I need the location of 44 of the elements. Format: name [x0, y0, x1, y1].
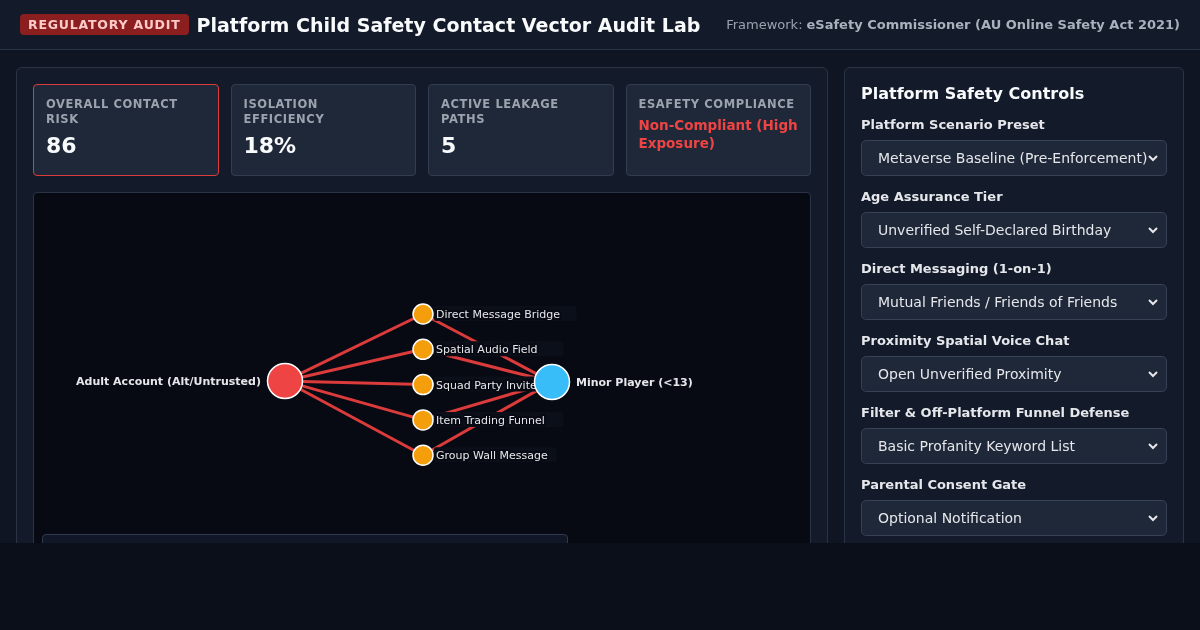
audit-badge: REGULATORY AUDIT [20, 14, 189, 35]
adult-node [266, 362, 304, 400]
vector-label: Direct Message Bridge [434, 306, 577, 321]
metric-label: ISOLATION EFFICIENCY [243, 97, 326, 127]
vector-node [412, 409, 434, 431]
vector-label: Item Trading Funnel [434, 411, 564, 427]
dropdown[interactable]: Open Unverified Proximity [861, 356, 1167, 392]
chevron-icon [1148, 370, 1158, 378]
dropdown[interactable]: Basic Profanity Keyword List [861, 428, 1167, 464]
field-label: Direct Messaging (1-on-1) [861, 261, 1053, 276]
minor-node [533, 363, 571, 401]
metric-value: 86 [46, 133, 78, 158]
vector-label: Spatial Audio Field [434, 341, 564, 357]
dropdown[interactable]: Optional Notification [861, 500, 1167, 536]
chevron-icon [1148, 154, 1158, 162]
metric-value: 18% [243, 133, 298, 158]
framework-name: eSafety Commissioner (AU Online Safety Act 2021) [806, 17, 1180, 32]
dropdown[interactable]: Unverified Self-Declared Birthday [861, 212, 1167, 248]
adult-node-label: Adult Account (Alt/Untrusted) [76, 375, 261, 388]
controls-title: Platform Safety Controls [861, 84, 1086, 103]
vector-node [412, 303, 434, 325]
chevron-icon [1148, 514, 1158, 522]
field-label: Age Assurance Tier [861, 189, 1004, 204]
metric-label: OVERALL CONTACT RISK [46, 97, 179, 127]
vector-node [412, 338, 434, 361]
field-label: Proximity Spatial Voice Chat [861, 333, 1071, 348]
metric-label: ACTIVE LEAKAGE PATHS [441, 97, 560, 127]
metric-value: 5 [441, 133, 458, 158]
field-label: Platform Scenario Preset [861, 117, 1046, 132]
vector-node [412, 373, 434, 396]
minor-node-label: Minor Player (<13) [576, 376, 693, 389]
framework-label: Framework: [726, 17, 803, 32]
chevron-icon [1148, 298, 1158, 306]
vector-label: Group Wall Message [434, 447, 557, 463]
dropdown[interactable]: Metaverse Baseline (Pre-Enforcement) [861, 140, 1167, 176]
chevron-icon [1148, 442, 1158, 450]
chevron-icon [1148, 226, 1158, 234]
metric-value: Non-Compliant (High Exposure) [638, 116, 798, 152]
field-label: Parental Consent Gate [861, 477, 1028, 492]
metric-label: ESAFETY COMPLIANCE [638, 97, 796, 112]
vector-node [412, 444, 434, 466]
dropdown[interactable]: Mutual Friends / Friends of Friends [861, 284, 1167, 320]
field-label: Filter & Off-Platform Funnel Defense [861, 405, 1131, 420]
page-title: Platform Child Safety Contact Vector Audit Lab [196, 13, 701, 36]
